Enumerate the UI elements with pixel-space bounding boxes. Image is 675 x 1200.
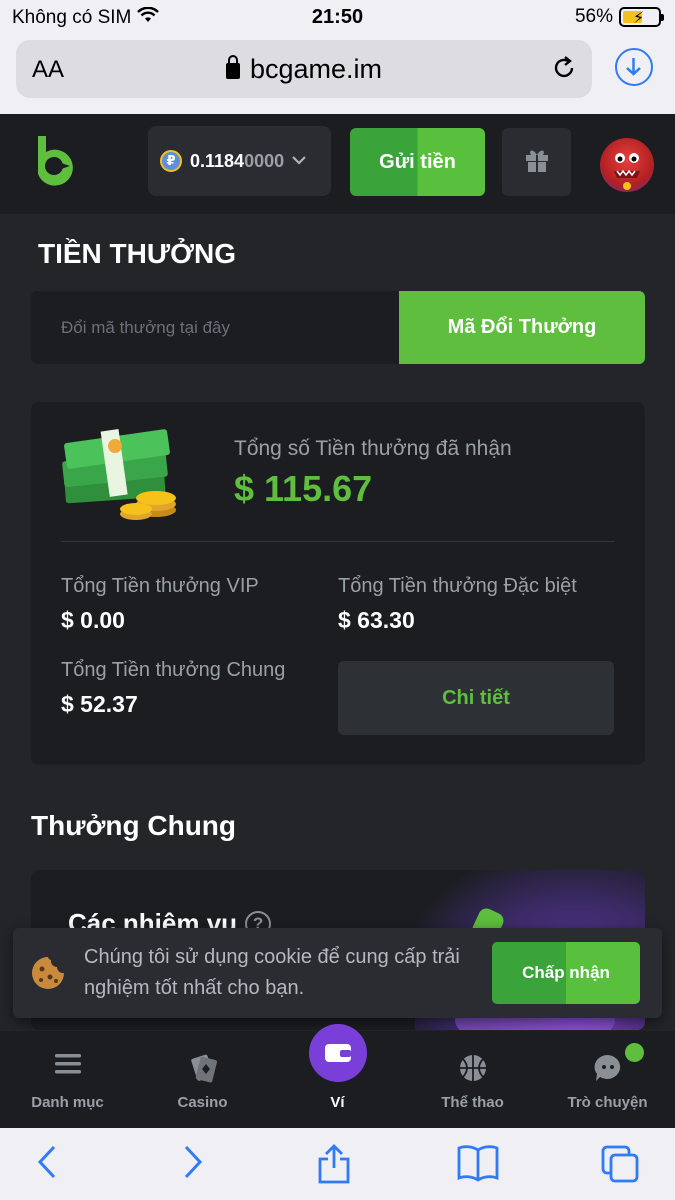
safari-toolbar <box>0 1128 675 1200</box>
cookie-banner: Chúng tôi sử dụng cookie để cung cấp trả… <box>13 928 662 1018</box>
browser-address-area: AA bcgame.im <box>0 36 675 114</box>
url-display[interactable]: bcgame.im <box>16 54 592 85</box>
tab-wallet[interactable]: Ví <box>270 1024 405 1128</box>
online-status-dot <box>625 1043 644 1062</box>
page-title: TIỀN THƯỞNG <box>38 238 236 269</box>
tabs-icon[interactable] <box>600 1144 640 1189</box>
special-bonus-label: Tổng Tiền thưởng Đặc biệt <box>338 575 577 597</box>
total-bonus-value: $ 115.67 <box>234 468 373 509</box>
balance-selector[interactable]: ₽ 0.11840000 <box>148 126 331 196</box>
gift-icon <box>523 146 551 179</box>
forward-icon[interactable] <box>180 1144 206 1185</box>
special-bonus-value: $ 63.30 <box>338 607 415 633</box>
balance-amount: 0.11840000 <box>190 150 285 171</box>
battery-group: 56% ⚡ <box>574 6 664 28</box>
ios-status-bar: Không có SIM 21:50 56% ⚡ <box>0 0 675 36</box>
details-button[interactable]: Chi tiết <box>338 661 614 735</box>
lock-icon <box>225 55 240 79</box>
cookie-message: Chúng tôi sử dụng cookie để cung cấp trả… <box>84 946 460 999</box>
accept-cookies-button[interactable]: Chấp nhận <box>492 942 640 1004</box>
bookmarks-icon[interactable] <box>456 1144 500 1187</box>
bonus-code-input[interactable] <box>31 291 399 364</box>
app-header: ₽ 0.11840000 Gửi tiền <box>0 114 675 214</box>
section-title-general: Thưởng Chung <box>31 810 237 841</box>
menu-icon <box>54 1053 81 1080</box>
total-bonus-label: Tổng số Tiền thưởng đã nhận <box>234 437 512 460</box>
general-bonus-label: Tổng Tiền thưởng Chung <box>61 659 286 681</box>
basketball-icon <box>458 1053 488 1088</box>
tab-label: Ví <box>330 1094 345 1111</box>
bottom-tab-bar: Danh mục Casino Ví Thể thao Trò chuyện <box>0 1024 675 1128</box>
share-icon[interactable] <box>316 1144 352 1189</box>
chat-icon <box>593 1053 623 1088</box>
avatar[interactable] <box>600 138 654 192</box>
chevron-down-icon <box>292 152 306 170</box>
cookie-icon <box>30 955 66 996</box>
address-bar[interactable]: AA bcgame.im <box>16 40 592 98</box>
reload-icon[interactable] <box>550 54 578 87</box>
bcgame-logo[interactable] <box>30 134 80 195</box>
tab-label: Danh mục <box>31 1094 104 1111</box>
download-icon[interactable] <box>615 48 653 86</box>
battery-icon: ⚡ <box>619 7 664 27</box>
tab-label: Thể thao <box>441 1094 504 1111</box>
tab-sports[interactable]: Thể thao <box>405 1031 540 1128</box>
money-stack-icon <box>61 422 191 522</box>
tab-casino[interactable]: Casino <box>135 1031 270 1128</box>
general-bonus-value: $ 52.37 <box>61 691 138 717</box>
back-icon[interactable] <box>34 1144 60 1185</box>
redeem-code-button[interactable]: Mã Đổi Thưởng <box>399 291 645 364</box>
bonus-summary-card: Tổng số Tiền thưởng đã nhận $ 115.67 Tổn… <box>31 402 645 765</box>
url-text: bcgame.im <box>249 54 383 84</box>
tab-chat[interactable]: Trò chuyện <box>540 1031 675 1128</box>
wallet-icon <box>308 1024 367 1082</box>
cards-icon <box>188 1053 218 1088</box>
deposit-button[interactable]: Gửi tiền <box>350 128 485 196</box>
vip-bonus-label: Tổng Tiền thưởng VIP <box>61 575 259 597</box>
clock: 21:50 <box>311 6 364 28</box>
currency-coin-icon: ₽ <box>160 150 182 172</box>
tab-label: Trò chuyện <box>567 1094 648 1111</box>
gift-button[interactable] <box>502 128 571 196</box>
tab-menu[interactable]: Danh mục <box>0 1031 135 1128</box>
tab-label: Casino <box>177 1094 228 1111</box>
battery-percent: 56% <box>574 6 613 27</box>
vip-bonus-value: $ 0.00 <box>61 607 125 633</box>
divider <box>61 541 615 542</box>
